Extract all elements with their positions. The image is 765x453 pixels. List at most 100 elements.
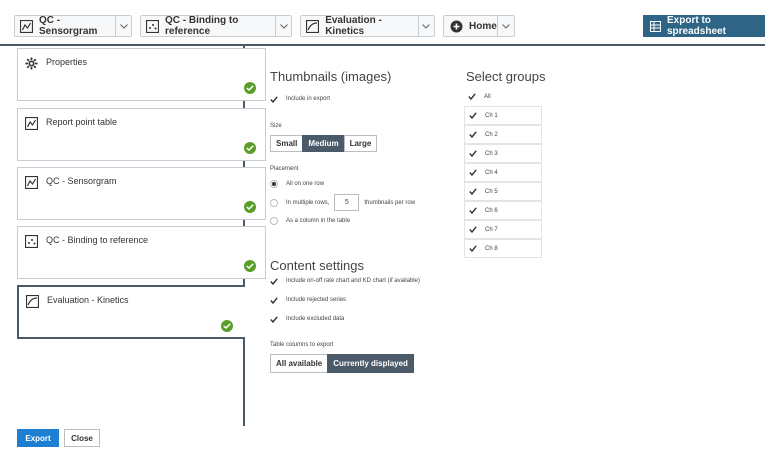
chart-icon [20,19,33,33]
size-label: Size [270,123,282,129]
sidebar-item-properties[interactable]: Properties [17,48,266,101]
placement-one-row-option[interactable]: All on one row [270,180,324,188]
sidebar-item-label: Report point table [46,117,118,127]
chart-icon [24,116,39,131]
option-label: In multiple rows, [286,199,330,206]
group-label: Ch 1 [485,112,498,119]
thumbnails-heading: Thumbnails (images) [270,69,392,84]
checkmark-icon[interactable] [270,277,278,285]
group-ch7[interactable]: Ch 7 [464,220,542,239]
export-button[interactable]: Export [17,429,59,447]
checkmark-icon[interactable] [469,245,477,253]
checkmark-icon[interactable] [469,131,477,139]
option-label: All on one row [286,181,325,187]
group-ch3[interactable]: Ch 3 [464,144,542,163]
option-label: thumbnails per row [364,199,416,206]
checkmark-icon[interactable] [270,95,278,103]
group-ch6[interactable]: Ch 6 [464,201,542,220]
tab-qc-sensorgram[interactable]: QC - Sensorgram [14,15,132,37]
chart-icon [146,19,159,33]
sidebar: Properties Report point table QC - Senso… [0,46,266,438]
checkmark-icon[interactable] [469,207,477,215]
include-excluded-data-option[interactable]: Include excluded data [270,315,344,323]
include-rate-chart-option[interactable]: Include on-off rate chart and KD chart (… [270,277,420,285]
chevron-down-icon[interactable] [275,16,291,36]
chevron-down-icon[interactable] [417,16,434,36]
radio-icon[interactable] [270,217,278,225]
checkmark-icon[interactable] [468,93,476,101]
tab-label: QC - Binding to reference [165,15,239,37]
group-ch1[interactable]: Ch 1 [464,106,542,125]
placement-column-option[interactable]: As a column in the table [270,217,350,225]
tab-label: Home [469,20,497,32]
close-button[interactable]: Close [64,429,100,447]
thumbnails-per-row-input[interactable]: 5 [334,194,360,211]
sidebar-item-qc-binding-to-reference[interactable]: QC - Binding to reference [17,226,266,279]
radio-icon[interactable] [270,198,278,207]
group-ch8[interactable]: Ch 8 [464,239,542,258]
sidebar-item-evaluation-kinetics[interactable]: Evaluation - Kinetics [17,285,245,339]
placement-multiple-rows-option[interactable]: In multiple rows, 5 thumbnails per row [270,194,415,211]
option-label: Include rejected series [286,297,347,303]
chart-icon [25,294,40,309]
group-label: Ch 7 [485,226,498,233]
checkmark-icon[interactable] [469,188,477,196]
check-circle-icon [244,260,256,272]
size-medium-button[interactable]: Medium [302,135,345,152]
group-label: Ch 6 [485,207,498,214]
content-settings-heading: Content settings [270,258,364,273]
chevron-down-icon[interactable] [497,16,514,36]
group-all[interactable]: All [464,87,542,106]
add-circle-icon [449,19,463,33]
sidebar-item-label: Evaluation - Kinetics [47,295,129,305]
group-label: All [484,93,491,100]
sidebar-item-label: QC - Sensorgram [46,176,117,186]
tab-label: Evaluation - Kinetics [325,15,382,37]
option-label: Include excluded data [286,316,345,322]
check-circle-icon [244,82,256,94]
export-to-spreadsheet-button[interactable]: Export to spreadsheet [643,15,765,37]
placement-label: Placement [270,166,299,172]
all-available-button[interactable]: All available [270,354,329,373]
group-label: Ch 2 [485,131,498,138]
size-small-button[interactable]: Small [270,135,304,152]
tab-home[interactable]: Home [443,15,515,37]
group-ch2[interactable]: Ch 2 [464,125,542,144]
group-label: Ch 4 [485,169,498,176]
tab-evaluation-kinetics[interactable]: Evaluation - Kinetics [300,15,435,37]
checkmark-icon[interactable] [469,226,477,234]
chart-icon [306,19,320,33]
group-ch5[interactable]: Ch 5 [464,182,542,201]
size-selector: Small Medium Large [270,135,378,152]
group-label: Ch 3 [485,150,498,157]
chevron-down-icon[interactable] [115,16,131,36]
checkmark-icon[interactable] [270,315,278,323]
tab-label: QC - Sensorgram [39,15,98,37]
checkmark-icon[interactable] [469,112,477,120]
option-label: Include on-off rate chart and KD chart (… [286,278,420,284]
table-columns-label: Table columns to export [270,342,334,348]
option-label: As a column in the table [286,218,351,224]
sidebar-item-qc-sensorgram[interactable]: QC - Sensorgram [17,167,266,220]
sidebar-item-label: Properties [46,57,88,67]
tab-qc-binding-to-reference[interactable]: QC - Binding to reference [140,15,292,37]
size-large-button[interactable]: Large [343,135,378,152]
include-in-export-option[interactable]: Include in export [270,95,330,103]
include-rejected-series-option[interactable]: Include rejected series [270,296,346,304]
spreadsheet-icon [650,20,661,32]
group-ch4[interactable]: Ch 4 [464,163,542,182]
gear-icon [25,57,38,70]
check-circle-icon [221,320,233,332]
checkmark-icon[interactable] [469,169,477,177]
checkmark-icon[interactable] [469,150,477,158]
sidebar-item-report-point-table[interactable]: Report point table [17,108,266,161]
radio-selected-icon[interactable] [270,180,278,188]
group-label: Ch 5 [485,188,498,195]
currently-displayed-button[interactable]: Currently displayed [327,354,414,373]
group-label: Ch 8 [485,245,498,252]
top-toolbar: QC - Sensorgram QC - Binding to referenc… [0,0,765,46]
checkmark-icon[interactable] [270,296,278,304]
check-circle-icon [244,142,256,154]
select-groups-heading: Select groups [466,69,546,84]
sidebar-item-label: QC - Binding to reference [46,235,149,245]
